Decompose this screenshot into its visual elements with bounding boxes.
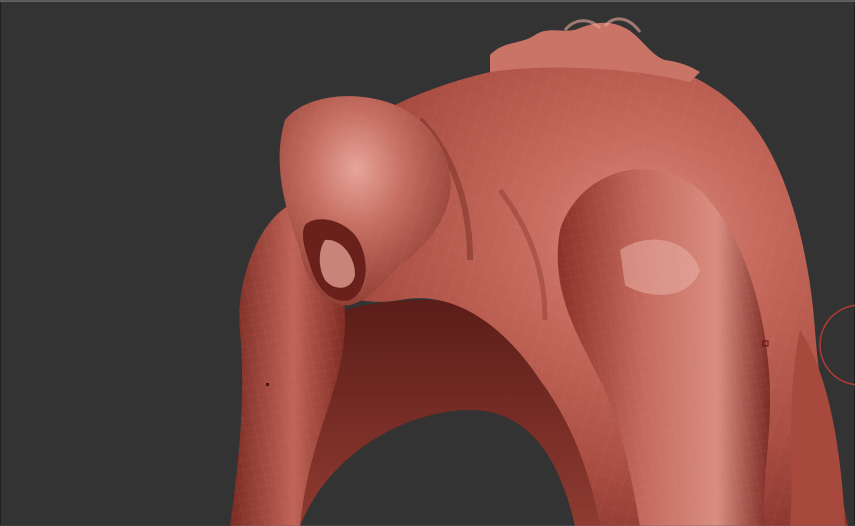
sculpt-mesh[interactable]: [0, 0, 855, 526]
vertex-marker: [266, 383, 269, 386]
3d-viewport[interactable]: [0, 0, 855, 526]
brush-cursor-icon[interactable]: [819, 304, 855, 386]
